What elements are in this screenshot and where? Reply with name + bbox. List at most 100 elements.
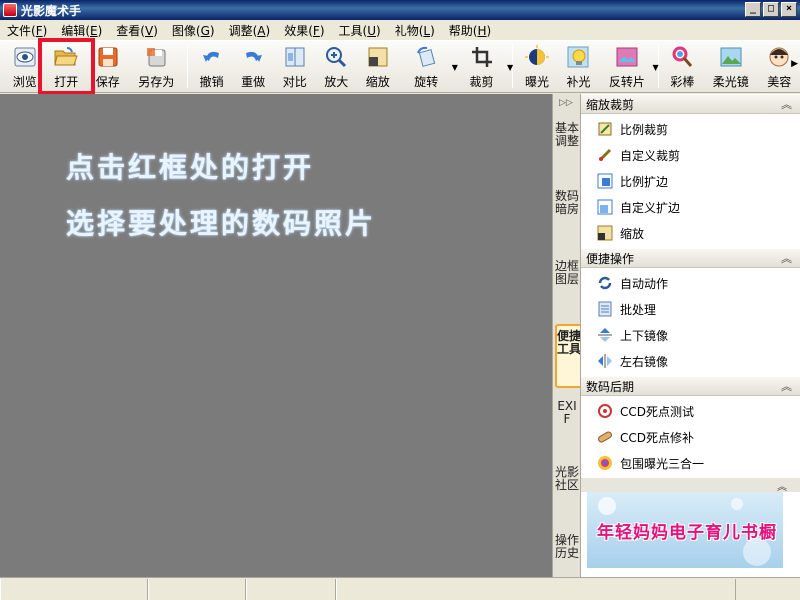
flip-vertical-item[interactable]: 上下镜像 — [581, 322, 800, 348]
soft-focus-button[interactable]: 柔光镜 — [703, 41, 758, 91]
custom-expand-item[interactable]: 自定义扩边 — [581, 194, 800, 220]
menu-view[interactable]: 查看(V) — [109, 22, 165, 39]
custom-expand-icon — [597, 199, 613, 215]
undo-button[interactable]: 撤销 — [191, 41, 233, 91]
redo-button[interactable]: 重做 — [232, 41, 274, 91]
menu-gifts[interactable]: 礼物(L) — [388, 22, 442, 39]
status-pane — [0, 579, 148, 600]
collapse-chevron-icon[interactable]: ︽ — [777, 478, 787, 493]
window-controls: _ □ × — [745, 2, 797, 17]
tab-history[interactable]: 操作历史 — [555, 534, 579, 560]
status-bar — [0, 577, 800, 600]
resize-small-icon — [597, 225, 613, 241]
section-header-digital-post[interactable]: 数码后期 ︽ — [581, 376, 800, 396]
resize-item[interactable]: 缩放 — [581, 220, 800, 246]
bandage-icon — [597, 429, 613, 445]
invert-button[interactable]: 反转片 ▼ — [599, 41, 659, 91]
folder-open-icon — [53, 44, 79, 70]
ratio-crop-icon — [597, 121, 613, 137]
resize-icon — [365, 44, 391, 70]
redo-icon — [240, 44, 266, 70]
section-header-quick-actions[interactable]: 便捷操作 ︽ — [581, 248, 800, 268]
zoom-in-button[interactable]: 放大 — [315, 41, 357, 91]
ratio-crop-item[interactable]: 比例裁剪 — [581, 116, 800, 142]
ccd-dead-pixel-test-item[interactable]: CCD死点测试 — [581, 398, 800, 424]
close-button[interactable]: × — [781, 2, 797, 17]
section-list-digital-post: CCD死点测试 CCD死点修补 包围曝光三合一 — [581, 396, 800, 478]
menu-help[interactable]: 帮助(H) — [442, 22, 498, 39]
menu-effects[interactable]: 效果(F) — [277, 22, 331, 39]
app-icon — [3, 3, 17, 17]
section-list-quick-actions: 自动动作 批处理 上下镜像 左右镜像 — [581, 268, 800, 376]
rotate-button[interactable]: 旋转 ▼ — [398, 41, 458, 91]
ad-banner[interactable]: 年轻妈妈电子育儿书橱 — [587, 492, 783, 568]
save-button[interactable]: 保存 — [87, 41, 129, 91]
crop-dropdown-icon[interactable]: ▼ — [507, 63, 513, 72]
section-header-crop-resize[interactable]: 缩放裁剪 ︽ — [581, 94, 800, 114]
ad-text: 年轻妈妈电子育儿书橱 — [597, 523, 777, 543]
maximize-button[interactable]: □ — [763, 2, 779, 17]
hint-text-line-2: 选择要处理的数码照片 — [66, 207, 377, 240]
crop-icon — [469, 44, 495, 70]
browse-button[interactable]: 浏览 — [4, 41, 46, 91]
minimize-button[interactable]: _ — [745, 2, 761, 17]
exposure-icon — [524, 44, 550, 70]
tool-panel: 缩放裁剪 ︽ 比例裁剪 自定义裁剪 比例扩边 自定义扩边 缩放 便捷操作 ︽ 自… — [580, 94, 800, 577]
status-pane — [336, 579, 736, 600]
section-list-crop-resize: 比例裁剪 自定义裁剪 比例扩边 自定义扩边 缩放 — [581, 114, 800, 248]
tab-exif[interactable]: EXIF — [555, 400, 579, 426]
collapse-chevron-icon[interactable]: ︽ — [781, 250, 792, 266]
toolbar-separator — [186, 44, 188, 88]
toolbar-overflow-icon[interactable]: ▶ — [791, 59, 798, 69]
tab-basic-adjust[interactable]: 基本调整 — [555, 122, 579, 148]
collapse-chevron-icon[interactable]: ︽ — [781, 378, 792, 394]
hint-text-line-1: 点击红框处的打开 — [66, 151, 315, 184]
auto-action-item[interactable]: 自动动作 — [581, 270, 800, 296]
title-bar: 光影魔术手 _ □ × — [0, 0, 800, 20]
compare-icon — [282, 44, 308, 70]
exposure-button[interactable]: 曝光 — [516, 41, 558, 91]
tab-digital-darkroom[interactable]: 数码暗房 — [555, 190, 579, 216]
save-as-button[interactable]: 另存为 — [129, 41, 184, 91]
rotate-icon — [413, 44, 439, 70]
image-canvas[interactable]: 点击红框处的打开 选择要处理的数码照片 — [0, 94, 552, 577]
ratio-expand-item[interactable]: 比例扩边 — [581, 168, 800, 194]
menu-edit[interactable]: 编辑(E) — [54, 22, 109, 39]
invert-dropdown-icon[interactable]: ▼ — [652, 63, 658, 72]
face-icon — [766, 44, 792, 70]
invert-film-icon — [614, 44, 640, 70]
resize-button[interactable]: 缩放 — [357, 41, 399, 91]
status-pane — [148, 579, 246, 600]
menu-tools[interactable]: 工具(U) — [332, 22, 388, 39]
compare-button[interactable]: 对比 — [274, 41, 316, 91]
collapse-panel-icon[interactable]: ▷▷ — [559, 98, 573, 108]
tab-handy-tools[interactable]: 便捷工具 — [555, 324, 581, 388]
tab-frame-layer[interactable]: 边框图层 — [555, 260, 579, 286]
magnifier-icon — [323, 44, 349, 70]
window-title: 光影魔术手 — [21, 3, 82, 18]
custom-crop-item[interactable]: 自定义裁剪 — [581, 142, 800, 168]
vertical-tab-bar: ▷▷ 基本调整 数码暗房 边框图层 便捷工具 EXIF 光影社区 操作历史 — [552, 94, 581, 577]
menu-image[interactable]: 图像(G) — [165, 22, 222, 39]
fill-light-button[interactable]: 补光 — [558, 41, 600, 91]
menu-adjust[interactable]: 调整(A) — [222, 22, 278, 39]
custom-crop-icon — [597, 147, 613, 163]
open-button[interactable]: 打开 — [46, 41, 88, 91]
bracket-exposure-merge-item[interactable]: 包围曝光三合一 — [581, 450, 800, 476]
color-wand-icon — [669, 44, 695, 70]
batch-process-item[interactable]: 批处理 — [581, 296, 800, 322]
status-pane — [246, 579, 336, 600]
color-pen-button[interactable]: 彩棒 — [662, 41, 704, 91]
undo-icon — [199, 44, 225, 70]
ccd-dead-pixel-fix-item[interactable]: CCD死点修补 — [581, 424, 800, 450]
target-icon — [597, 403, 613, 419]
flip-horizontal-item[interactable]: 左右镜像 — [581, 348, 800, 374]
menu-file[interactable]: 文件(F) — [0, 22, 54, 39]
crop-button[interactable]: 裁剪 ▼ — [454, 41, 513, 91]
collapse-chevron-icon[interactable]: ︽ — [781, 96, 792, 112]
tab-community[interactable]: 光影社区 — [555, 466, 579, 492]
batch-icon — [597, 301, 613, 317]
lightbulb-icon — [565, 44, 591, 70]
refresh-icon — [597, 275, 613, 291]
save-icon — [95, 44, 121, 70]
